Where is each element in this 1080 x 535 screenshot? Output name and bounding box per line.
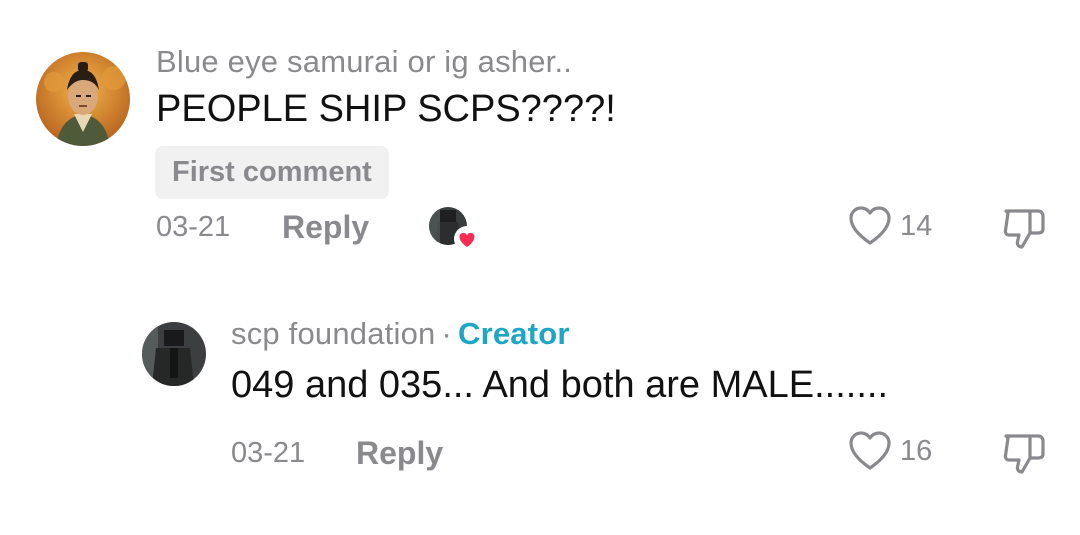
reply-username-line: scp foundation · Creator: [231, 316, 570, 352]
creator-avatar[interactable]: [142, 322, 206, 386]
heart-badge-icon: [454, 226, 480, 252]
like-button[interactable]: 16: [848, 430, 932, 472]
thumbs-down-icon: [1003, 434, 1045, 474]
first-comment-badge: First comment: [155, 146, 389, 199]
heart-outline-icon: [849, 431, 891, 470]
heart-outline-icon: [849, 206, 891, 245]
comment-username[interactable]: scp foundation: [231, 316, 435, 351]
comment-text: 049 and 035... And both are MALE.......: [231, 364, 889, 406]
like-button[interactable]: 14: [848, 205, 932, 247]
commenter-avatar[interactable]: [36, 52, 130, 146]
reply-button[interactable]: Reply: [282, 209, 369, 246]
like-count: 16: [900, 434, 933, 467]
dark-figure-avatar-icon: [142, 322, 206, 386]
samurai-avatar-icon: [36, 52, 130, 146]
comment-date: 03-21: [156, 211, 231, 243]
dislike-button[interactable]: [1000, 430, 1048, 483]
comment-username[interactable]: Blue eye samurai or ig asher..: [156, 44, 572, 80]
comment-text: PEOPLE SHIP SCPS????!: [156, 88, 616, 130]
comment-date: 03-21: [231, 437, 306, 469]
dislike-button[interactable]: [1000, 205, 1048, 258]
separator-dot: ·: [441, 316, 452, 351]
thumbs-down-icon: [1003, 209, 1045, 249]
reply-button[interactable]: Reply: [356, 435, 443, 472]
liked-by-creator-indicator: [428, 204, 484, 260]
creator-label: Creator: [457, 316, 570, 351]
like-count: 14: [900, 209, 933, 242]
